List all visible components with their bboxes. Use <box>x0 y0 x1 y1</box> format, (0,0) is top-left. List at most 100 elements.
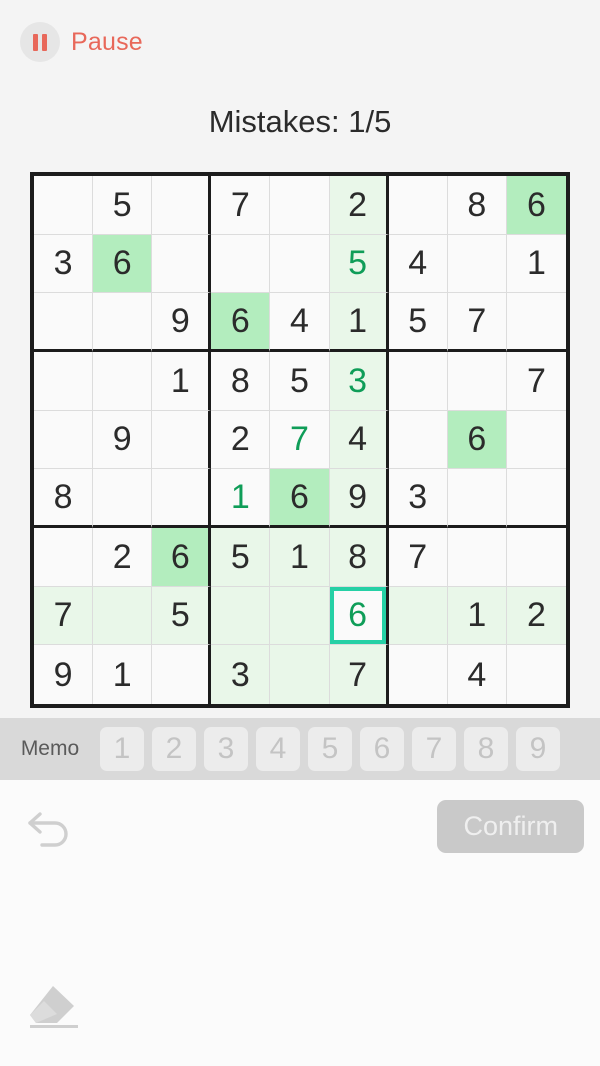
sudoku-cell[interactable]: 2 <box>93 528 153 587</box>
sudoku-cell[interactable]: 3 <box>329 352 389 411</box>
number-key-6[interactable]: 6 <box>360 727 404 771</box>
sudoku-cell[interactable] <box>447 528 507 587</box>
sudoku-cell[interactable]: 1 <box>329 293 389 352</box>
sudoku-cell[interactable]: 2 <box>329 176 389 235</box>
action-bar: Confirm <box>0 780 600 870</box>
sudoku-cell-selected[interactable]: 6 <box>329 586 389 646</box>
sudoku-cell[interactable] <box>447 352 507 411</box>
sudoku-cell[interactable] <box>152 234 212 294</box>
sudoku-cell[interactable] <box>270 645 330 704</box>
sudoku-cell[interactable]: 5 <box>329 234 389 294</box>
sudoku-cell[interactable]: 6 <box>211 293 271 352</box>
sudoku-cell[interactable] <box>388 645 448 704</box>
sudoku-cell[interactable]: 1 <box>270 528 330 587</box>
sudoku-cell[interactable] <box>34 528 94 587</box>
sudoku-cell[interactable]: 7 <box>506 352 566 411</box>
number-key-2[interactable]: 2 <box>152 727 196 771</box>
sudoku-cell[interactable] <box>34 176 94 235</box>
sudoku-cell[interactable]: 2 <box>506 586 566 646</box>
number-keys: 123456789 <box>100 727 600 771</box>
sudoku-cell[interactable]: 5 <box>152 586 212 646</box>
sudoku-cell[interactable] <box>152 176 212 235</box>
bottom-area <box>0 870 600 1066</box>
sudoku-cell[interactable] <box>211 586 271 646</box>
sudoku-cell[interactable]: 8 <box>211 352 271 411</box>
sudoku-cell[interactable] <box>388 176 448 235</box>
sudoku-cell[interactable]: 1 <box>447 586 507 646</box>
sudoku-cell[interactable] <box>506 293 566 352</box>
sudoku-cell[interactable]: 7 <box>329 645 389 704</box>
sudoku-cell[interactable] <box>388 352 448 411</box>
sudoku-cell[interactable] <box>447 469 507 528</box>
sudoku-cell[interactable]: 5 <box>93 176 153 235</box>
undo-icon[interactable] <box>24 800 76 852</box>
sudoku-cell[interactable] <box>152 469 212 528</box>
sudoku-cell[interactable]: 8 <box>329 528 389 587</box>
sudoku-cell[interactable]: 7 <box>34 586 94 646</box>
number-bar: Memo 123456789 <box>0 718 600 780</box>
sudoku-cell[interactable]: 9 <box>93 410 153 470</box>
sudoku-cell[interactable] <box>93 293 153 352</box>
sudoku-cell[interactable] <box>211 234 271 294</box>
sudoku-cell[interactable]: 7 <box>388 528 448 587</box>
confirm-button[interactable]: Confirm <box>437 800 584 853</box>
sudoku-cell[interactable]: 8 <box>34 469 94 528</box>
sudoku-cell[interactable] <box>447 234 507 294</box>
sudoku-cell[interactable]: 6 <box>93 234 153 294</box>
number-key-4[interactable]: 4 <box>256 727 300 771</box>
sudoku-cell[interactable] <box>152 645 212 704</box>
sudoku-cell[interactable]: 6 <box>152 528 212 587</box>
sudoku-cell[interactable]: 8 <box>447 176 507 235</box>
sudoku-cell[interactable]: 1 <box>506 234 566 294</box>
sudoku-cell[interactable]: 2 <box>211 410 271 470</box>
sudoku-cell[interactable]: 7 <box>270 410 330 470</box>
sudoku-cell[interactable]: 6 <box>447 410 507 470</box>
sudoku-cell[interactable] <box>270 176 330 235</box>
memo-toggle[interactable]: Memo <box>0 737 100 761</box>
sudoku-cell[interactable]: 6 <box>270 469 330 528</box>
sudoku-cell[interactable]: 3 <box>211 645 271 704</box>
sudoku-cell[interactable]: 4 <box>447 645 507 704</box>
number-key-3[interactable]: 3 <box>204 727 248 771</box>
number-key-7[interactable]: 7 <box>412 727 456 771</box>
sudoku-cell[interactable]: 1 <box>152 352 212 411</box>
sudoku-cell[interactable]: 6 <box>506 176 566 235</box>
sudoku-cell[interactable] <box>93 469 153 528</box>
sudoku-cell[interactable] <box>388 410 448 470</box>
sudoku-cell[interactable]: 1 <box>211 469 271 528</box>
number-key-5[interactable]: 5 <box>308 727 352 771</box>
sudoku-cell[interactable] <box>34 352 94 411</box>
sudoku-cell[interactable]: 5 <box>388 293 448 352</box>
sudoku-cell[interactable]: 7 <box>447 293 507 352</box>
sudoku-cell[interactable]: 1 <box>93 645 153 704</box>
sudoku-cell[interactable] <box>34 293 94 352</box>
sudoku-cell[interactable]: 9 <box>329 469 389 528</box>
sudoku-cell[interactable]: 7 <box>211 176 271 235</box>
sudoku-cell[interactable] <box>93 352 153 411</box>
sudoku-cell[interactable] <box>506 645 566 704</box>
number-key-9[interactable]: 9 <box>516 727 560 771</box>
sudoku-cell[interactable] <box>152 410 212 470</box>
sudoku-cell[interactable]: 3 <box>34 234 94 294</box>
number-key-1[interactable]: 1 <box>100 727 144 771</box>
sudoku-cell[interactable] <box>270 234 330 294</box>
pause-button[interactable]: Pause <box>20 22 143 62</box>
sudoku-cell[interactable] <box>388 586 448 646</box>
sudoku-cell[interactable]: 3 <box>388 469 448 528</box>
eraser-icon[interactable] <box>24 982 84 1036</box>
sudoku-cell[interactable]: 5 <box>211 528 271 587</box>
sudoku-cell[interactable] <box>270 586 330 646</box>
sudoku-cell[interactable] <box>506 469 566 528</box>
sudoku-cell[interactable] <box>506 410 566 470</box>
sudoku-cell[interactable] <box>34 410 94 470</box>
sudoku-cell[interactable]: 5 <box>270 352 330 411</box>
sudoku-cell[interactable]: 9 <box>34 645 94 704</box>
sudoku-cell[interactable]: 4 <box>270 293 330 352</box>
pause-button-label: Pause <box>71 27 143 56</box>
sudoku-cell[interactable] <box>506 528 566 587</box>
sudoku-cell[interactable]: 4 <box>329 410 389 470</box>
sudoku-cell[interactable] <box>93 586 153 646</box>
number-key-8[interactable]: 8 <box>464 727 508 771</box>
sudoku-cell[interactable]: 4 <box>388 234 448 294</box>
sudoku-cell[interactable]: 9 <box>152 293 212 352</box>
